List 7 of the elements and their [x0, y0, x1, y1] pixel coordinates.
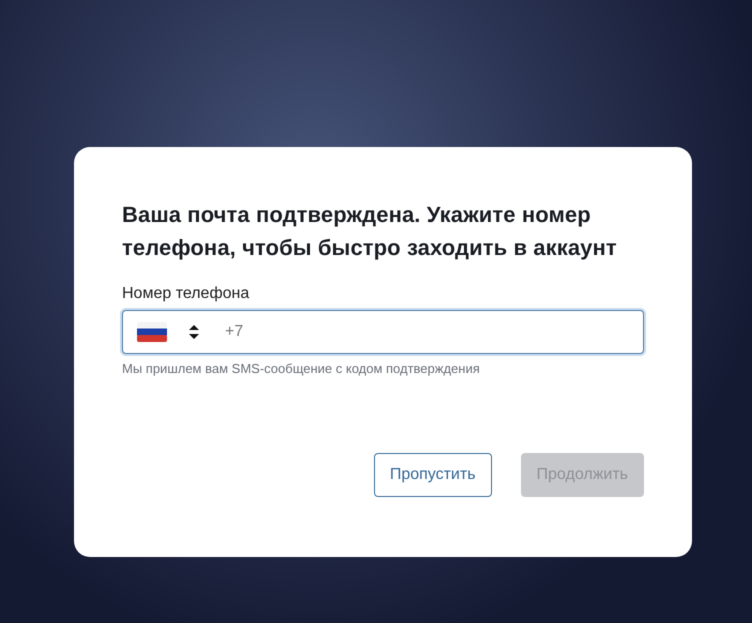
field-label: Номер телефона	[122, 284, 250, 304]
phone-field[interactable]: +7	[122, 310, 644, 354]
dialog-title: Ваша почта подтверждена. Укажите номер телефона, чтобы быстро заходить в аккаунт	[122, 201, 618, 262]
sort-icon	[189, 325, 199, 339]
skip-button[interactable]: Пропустить	[374, 453, 492, 497]
field-hint: Мы пришлем вам SMS-сообщение с кодом подтверждения	[122, 361, 481, 376]
flag-icon	[137, 322, 167, 342]
